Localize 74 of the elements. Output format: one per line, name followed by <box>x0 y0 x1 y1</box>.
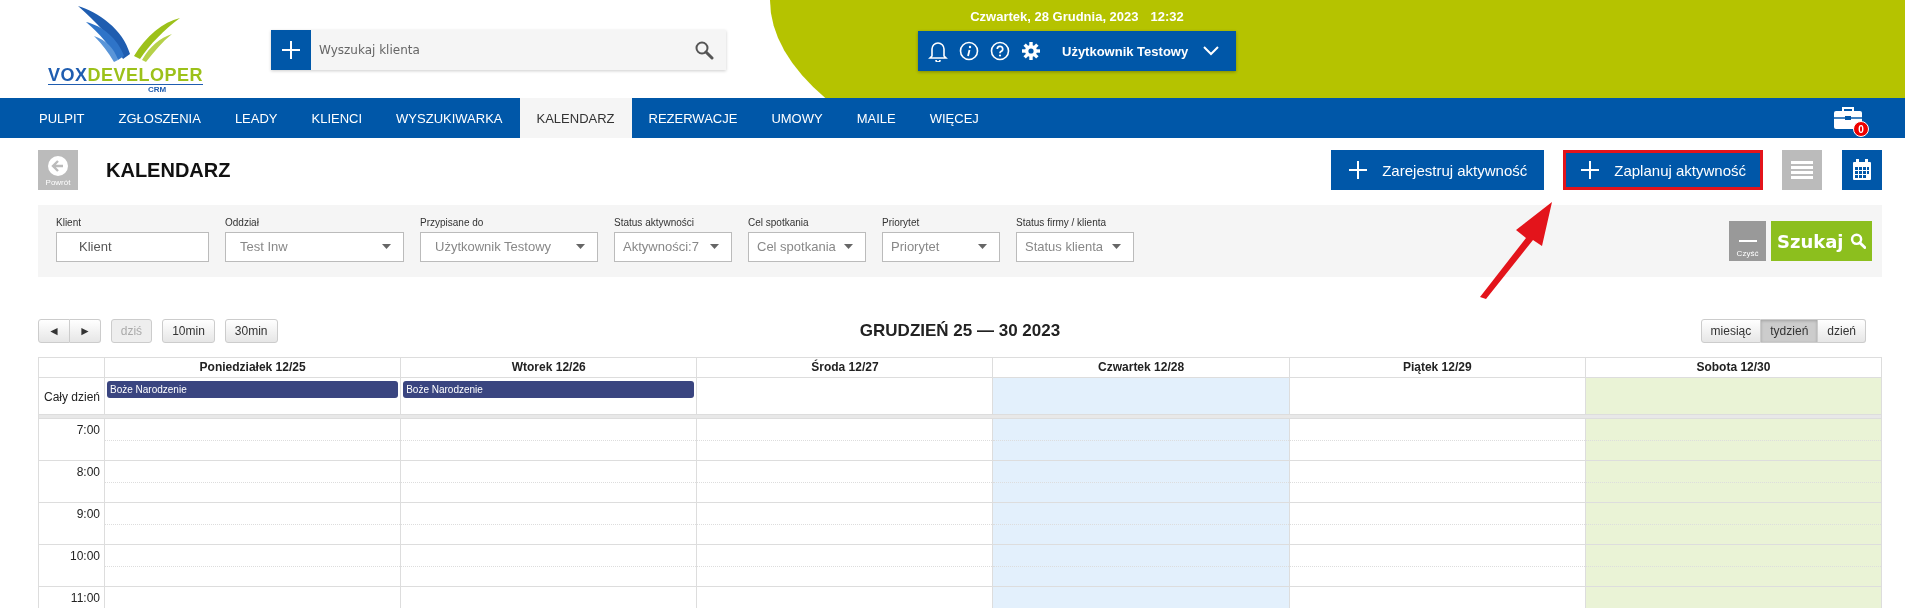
add-button[interactable] <box>271 30 311 70</box>
calendar-button[interactable]: 10min <box>162 319 215 343</box>
search-icon[interactable] <box>694 40 714 60</box>
menu-tab[interactable]: WYSZUKIWARKA <box>379 98 520 138</box>
previous-button[interactable]: ◄ <box>38 319 70 343</box>
filter-label: Przypisane do <box>420 216 485 228</box>
filter-dropdown[interactable]: Test Inw <box>225 231 404 262</box>
view-tab[interactable]: tydzień <box>1761 319 1819 343</box>
count-badge: 0 <box>1853 121 1869 137</box>
plus-icon <box>281 40 301 60</box>
hour-label: 9:00 <box>76 507 100 521</box>
caret-icon <box>844 244 853 249</box>
chevron-down-icon[interactable] <box>1203 46 1220 56</box>
user-name[interactable]: Użytkownik Testowy <box>1062 43 1189 59</box>
calendar-title: GRUDZIEŃ 25 — 30 2023 <box>859 321 1061 341</box>
add-activity-button[interactable]: Zaplanuj aktywność <box>1563 150 1763 190</box>
view-tab[interactable]: miesiąc <box>1700 319 1762 343</box>
caret-icon <box>978 244 987 249</box>
menu-tab[interactable]: KALENDARZ <box>519 98 632 138</box>
filter-dropdown[interactable]: Cel spotkania <box>748 231 866 262</box>
menu-tab[interactable]: LEADY <box>217 98 295 138</box>
caret-icon <box>382 244 391 249</box>
menu-tab[interactable]: ZGŁOSZENIA <box>101 98 218 138</box>
event[interactable]: Boże Narodzenie <box>107 381 399 398</box>
filter-dropdown[interactable]: Użytkownik Testowy <box>420 231 598 262</box>
hour-label: 11:00 <box>70 591 100 605</box>
calendar-button[interactable]: 30min <box>224 319 278 343</box>
client-input-field[interactable]: Klient <box>56 231 209 262</box>
filter-dropdown[interactable]: Priorytet <box>882 231 1000 262</box>
filter-dropdown[interactable]: Aktywności:7 <box>614 231 732 262</box>
settings-icon[interactable] <box>1021 41 1041 61</box>
minus-icon <box>1738 240 1757 243</box>
day-header: Wtorek 12/26 <box>401 357 698 377</box>
add-activity-button[interactable]: Zarejestruj aktywność <box>1331 150 1545 190</box>
list-icon <box>1791 160 1813 180</box>
hour-label: 7:00 <box>76 423 100 437</box>
hour-label: 10:00 <box>69 549 100 563</box>
next-button[interactable]: ► <box>69 319 101 343</box>
search-field[interactable]: Wyszukaj klienta <box>311 30 726 70</box>
bell-icon[interactable] <box>928 40 948 62</box>
info-icon[interactable] <box>959 41 979 61</box>
plus-icon <box>1580 160 1601 180</box>
filter-dropdown[interactable]: Status klienta <box>1016 231 1134 262</box>
menu-tab[interactable]: UMOWY <box>754 98 840 138</box>
menu-tab[interactable]: REZERWACJE <box>631 98 755 138</box>
filter-label: Priorytet <box>882 216 921 228</box>
help-icon[interactable] <box>990 41 1010 61</box>
time-text: 12:32 <box>1150 9 1184 26</box>
logo-subtitle: CRM <box>148 85 167 95</box>
day-header: Środa 12/27 <box>697 357 994 377</box>
menu-tab[interactable]: PULPIT <box>22 98 102 138</box>
calendar-view-button[interactable] <box>1842 150 1882 190</box>
day-header: Poniedziałek 12/25 <box>105 357 402 377</box>
event[interactable]: Boże Narodzenie <box>403 381 695 398</box>
date-text: Czwartek, 28 Grudnia, 2023 <box>970 9 1139 26</box>
calendar-icon <box>1852 159 1872 181</box>
filter-label: Klient <box>56 216 82 228</box>
caret-icon <box>576 244 585 249</box>
view-tab[interactable]: dzień <box>1818 319 1866 343</box>
filter-label: Status firmy / klienta <box>1016 216 1108 228</box>
menu-tab[interactable]: MAILE <box>839 98 913 138</box>
filter-label: Status aktywności <box>614 216 696 228</box>
hour-label: 8:00 <box>76 465 100 479</box>
day-header: Piątek 12/29 <box>1289 357 1586 377</box>
caret-icon <box>710 244 719 249</box>
search-icon <box>1849 231 1866 251</box>
menu-tab[interactable]: WIĘCEJ <box>912 98 996 138</box>
filter-label: Cel spotkania <box>748 216 810 228</box>
logo-text: VOXDEVELOPER <box>48 66 204 85</box>
filter-label: Oddział <box>225 216 260 228</box>
page-title: KALENDARZ <box>106 158 231 182</box>
menu-tab[interactable]: KLIENCI <box>294 98 380 138</box>
caret-icon <box>1112 244 1121 249</box>
plus-icon <box>1348 160 1369 180</box>
